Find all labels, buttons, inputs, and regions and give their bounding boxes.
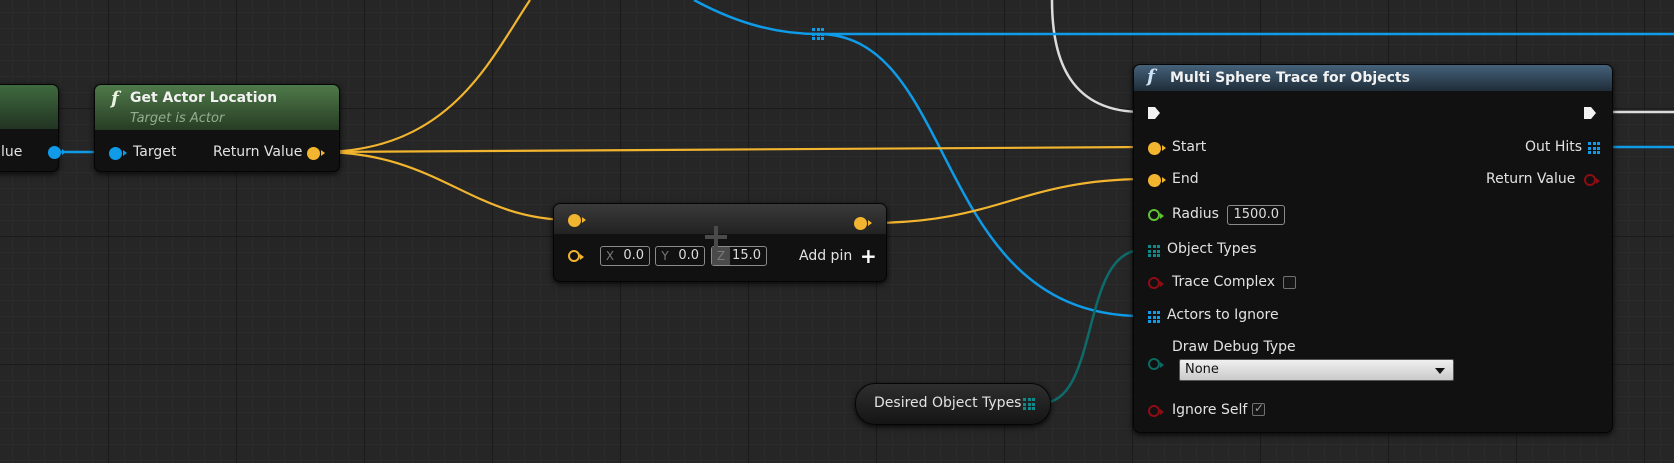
exec-input-pin[interactable] bbox=[1147, 106, 1161, 120]
function-icon: f bbox=[111, 88, 119, 109]
exec-output-pin[interactable] bbox=[1583, 106, 1597, 120]
draw-debug-type-label: Draw Debug Type bbox=[1172, 339, 1296, 355]
start-pin[interactable] bbox=[1148, 142, 1166, 155]
trace-complex-label: Trace Complex bbox=[1172, 274, 1275, 290]
object-types-label: Object Types bbox=[1167, 241, 1257, 257]
array-wire-top bbox=[693, 0, 1674, 36]
radius-field[interactable]: 1500.0 bbox=[1227, 205, 1285, 225]
y-value: 0.0 bbox=[678, 248, 699, 263]
z-value: 15.0 bbox=[732, 248, 761, 263]
draw-debug-type-pin[interactable] bbox=[1148, 358, 1164, 370]
object-types-wire bbox=[1041, 248, 1143, 405]
radius-label: Radius bbox=[1172, 206, 1219, 222]
draw-debug-type-dropdown[interactable]: None bbox=[1179, 359, 1454, 381]
return-value-pin[interactable] bbox=[307, 147, 325, 160]
z-field[interactable]: Z 15.0 bbox=[711, 246, 767, 266]
end-pin[interactable] bbox=[1148, 174, 1166, 187]
add-pin-label[interactable]: Add pin bbox=[799, 248, 852, 264]
variable-label: Desired Object Types bbox=[874, 395, 1022, 411]
dropdown-value: None bbox=[1185, 362, 1219, 377]
x-axis-label: X bbox=[605, 249, 615, 263]
partial-node[interactable]: lue bbox=[0, 84, 66, 172]
trace-complex-pin[interactable] bbox=[1148, 277, 1164, 289]
end-label: End bbox=[1172, 171, 1199, 187]
y-axis-label: Y bbox=[661, 249, 669, 263]
node-watermark-icon bbox=[705, 226, 727, 248]
node-subtitle: Target is Actor bbox=[130, 111, 225, 126]
ignore-self-label: Ignore Self bbox=[1172, 402, 1248, 418]
node-title: Get Actor Location bbox=[130, 90, 278, 106]
actors-to-ignore-label: Actors to Ignore bbox=[1167, 307, 1279, 323]
radius-pin[interactable] bbox=[1148, 209, 1164, 221]
function-icon: f bbox=[1147, 66, 1155, 87]
vector-wire-add bbox=[319, 150, 573, 222]
out-hits-label: Out Hits bbox=[1525, 139, 1583, 155]
multi-sphere-trace-node[interactable]: f Multi Sphere Trace for Objects Start O… bbox=[1133, 64, 1613, 433]
trace-complex-checkbox[interactable] bbox=[1283, 276, 1296, 289]
start-label: Start bbox=[1172, 139, 1207, 155]
actors-to-ignore-pin[interactable] bbox=[1148, 311, 1160, 323]
x-value: 0.0 bbox=[623, 248, 644, 263]
vector-add-node[interactable]: X 0.0 Y 0.0 Z 15.0 Add pin + bbox=[553, 203, 887, 282]
vector-wire-end bbox=[869, 177, 1149, 225]
out-hits-pin[interactable] bbox=[1588, 142, 1600, 154]
get-actor-location-node[interactable]: f Get Actor Location Target is Actor Tar… bbox=[94, 84, 340, 172]
x-field[interactable]: X 0.0 bbox=[600, 246, 650, 266]
object-types-pin[interactable] bbox=[1148, 245, 1160, 257]
ignore-self-pin[interactable] bbox=[1148, 405, 1164, 417]
y-field[interactable]: Y 0.0 bbox=[655, 246, 705, 266]
return-value-pin[interactable] bbox=[1584, 174, 1600, 186]
desired-object-types-node[interactable]: Desired Object Types bbox=[855, 383, 1051, 425]
checkmark-icon: ✓ bbox=[1254, 401, 1265, 415]
return-value-label: Return Value bbox=[1486, 171, 1576, 187]
vector-wire-up bbox=[319, 0, 531, 154]
target-pin[interactable] bbox=[109, 147, 127, 160]
exec-wire-in bbox=[1050, 0, 1143, 114]
target-label: Target bbox=[133, 144, 177, 160]
node-title: Multi Sphere Trace for Objects bbox=[1170, 70, 1410, 86]
partial-pin-label: lue bbox=[1, 144, 23, 160]
object-types-output-pin[interactable] bbox=[1023, 398, 1035, 410]
plus-icon[interactable]: + bbox=[860, 244, 877, 268]
ignore-self-checkbox[interactable]: ✓ bbox=[1252, 401, 1265, 416]
node-header bbox=[0, 85, 58, 129]
z-axis-label: Z bbox=[712, 247, 730, 265]
reroute-knot-icon[interactable] bbox=[812, 28, 824, 40]
object-output-pin[interactable] bbox=[48, 146, 66, 159]
vector-output-pin[interactable] bbox=[854, 217, 872, 230]
radius-value: 1500.0 bbox=[1233, 207, 1280, 222]
vector-input-pin-a[interactable] bbox=[568, 214, 586, 227]
vector-wire-start bbox=[319, 145, 1149, 154]
return-value-label: Return Value bbox=[213, 144, 303, 160]
chevron-down-icon bbox=[1435, 368, 1445, 374]
vector-input-pin-b[interactable] bbox=[568, 250, 584, 262]
